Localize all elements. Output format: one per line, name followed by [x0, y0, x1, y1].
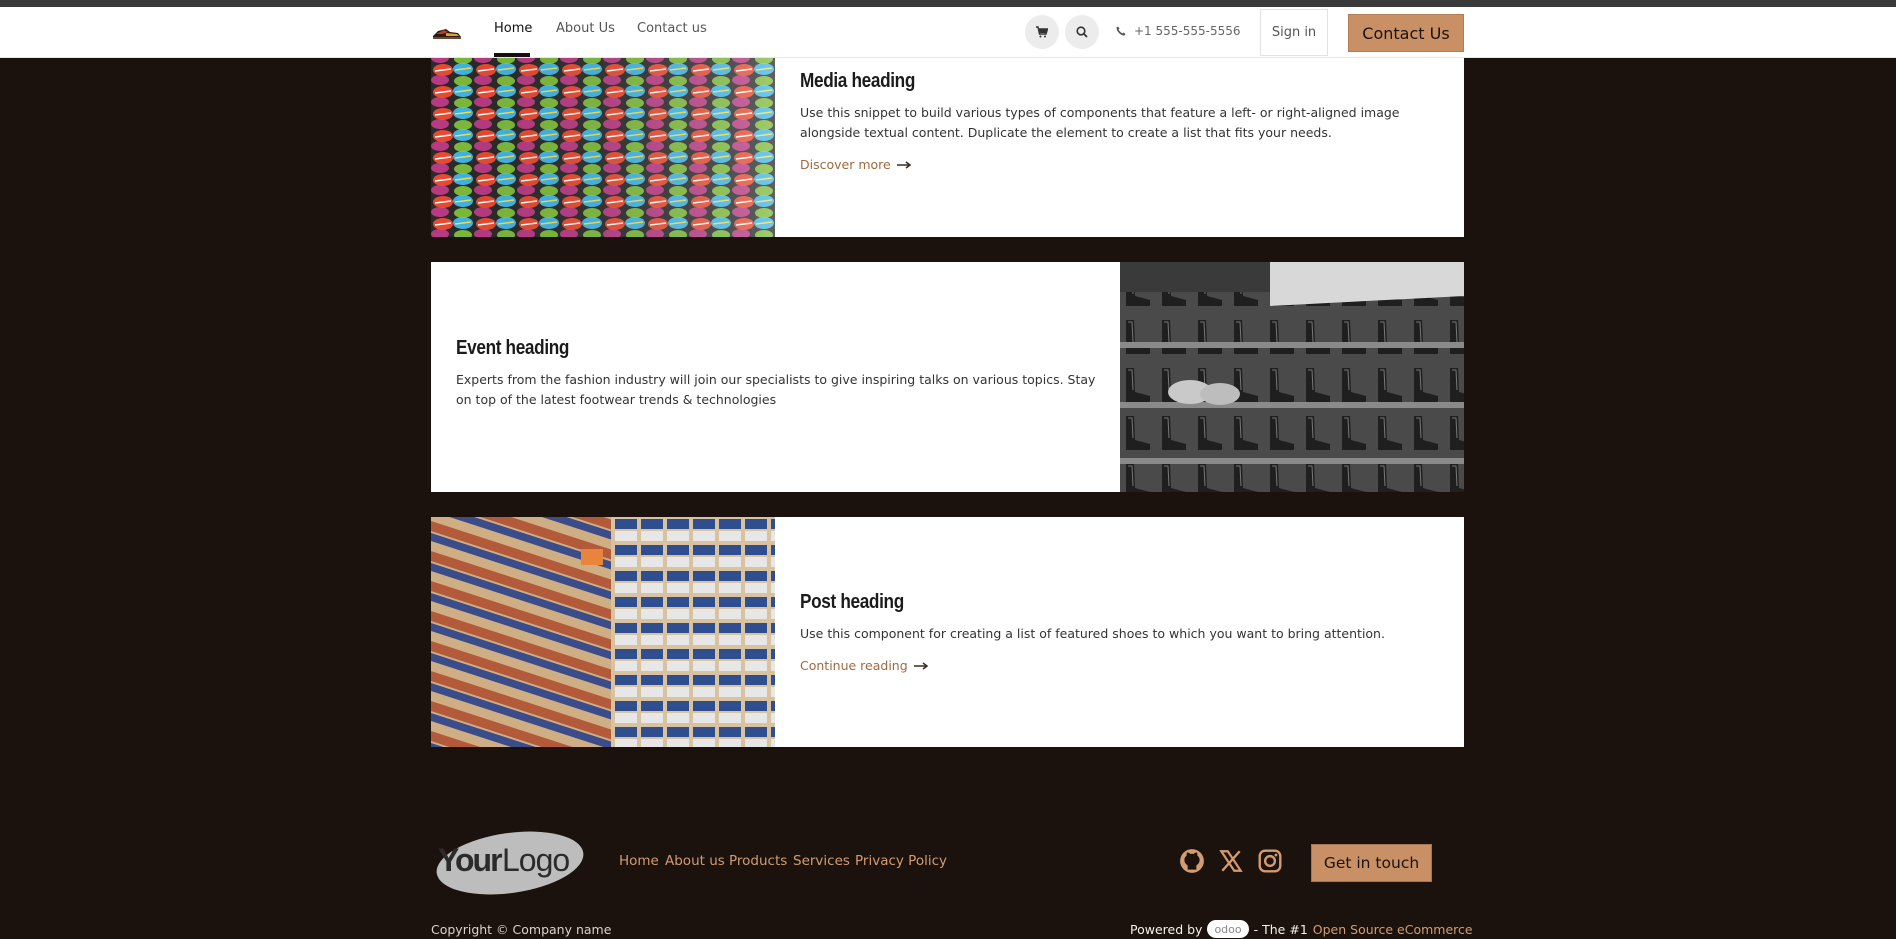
powered-by: Powered by odoo - The #1 Open Source eCo…: [1130, 920, 1473, 938]
phone-number: +1 555-555-5556: [1134, 24, 1241, 38]
media-description: Use this snippet to build various types …: [800, 105, 1400, 140]
nav-contact-us[interactable]: Contact us: [637, 21, 707, 36]
footer-logo[interactable]: Your Logo: [430, 830, 584, 896]
svg-text:Your: Your: [438, 842, 502, 878]
get-in-touch-button[interactable]: Get in touch: [1311, 844, 1432, 882]
github-icon[interactable]: [1179, 848, 1205, 874]
continue-reading-link[interactable]: Continue reading: [800, 658, 1440, 673]
footer-link-privacy-policy[interactable]: Privacy Policy: [855, 853, 947, 869]
event-card: Event heading Experts from the fashion i…: [431, 262, 1464, 492]
site-header: Home About Us Contact us +1 555-555-5556…: [0, 7, 1896, 58]
footer-link-home[interactable]: Home: [619, 853, 659, 869]
x-icon[interactable]: [1218, 848, 1244, 874]
post-heading: Post heading: [800, 591, 904, 613]
post-description: Use this component for creating a list o…: [800, 626, 1385, 641]
footer-link-products[interactable]: Products: [729, 853, 787, 869]
footer-link-about-us[interactable]: About us: [665, 853, 725, 869]
search-button[interactable]: [1065, 15, 1099, 49]
cart-button[interactable]: [1025, 15, 1059, 49]
phone-icon: [1116, 26, 1126, 36]
open-source-ecommerce-link[interactable]: Open Source eCommerce: [1313, 922, 1473, 937]
arrow-right-icon: [896, 160, 911, 169]
media-heading: Media heading: [800, 70, 915, 92]
discover-more-link[interactable]: Discover more: [800, 157, 1440, 172]
instagram-icon[interactable]: [1257, 848, 1283, 874]
nav-home[interactable]: Home: [494, 21, 532, 36]
shoe-store-image: [431, 517, 775, 747]
brand-logo-icon[interactable]: [432, 23, 462, 41]
nav-about-us[interactable]: About Us: [556, 21, 615, 36]
media-card: Media heading Use this snippet to build …: [431, 58, 1464, 237]
contact-us-button[interactable]: Contact Us: [1348, 14, 1464, 52]
boots-shelf-image: [1120, 262, 1464, 492]
nav-active-indicator: [494, 53, 530, 57]
search-icon: [1076, 26, 1088, 38]
svg-text:Logo: Logo: [502, 842, 569, 878]
sign-in-button[interactable]: Sign in: [1260, 9, 1328, 56]
arrow-right-icon: [913, 661, 928, 670]
footer-link-services[interactable]: Services: [793, 853, 850, 869]
browser-top-strip: [0, 0, 1896, 7]
phone-link[interactable]: +1 555-555-5556: [1116, 24, 1241, 38]
event-description: Experts from the fashion industry will j…: [456, 372, 1096, 407]
odoo-logo[interactable]: odoo: [1207, 920, 1249, 938]
sneakers-wall-image: [431, 58, 775, 237]
event-heading: Event heading: [456, 337, 570, 359]
cart-icon: [1036, 26, 1048, 38]
copyright-text: Copyright © Company name: [431, 922, 612, 937]
post-card: Post heading Use this component for crea…: [431, 517, 1464, 747]
